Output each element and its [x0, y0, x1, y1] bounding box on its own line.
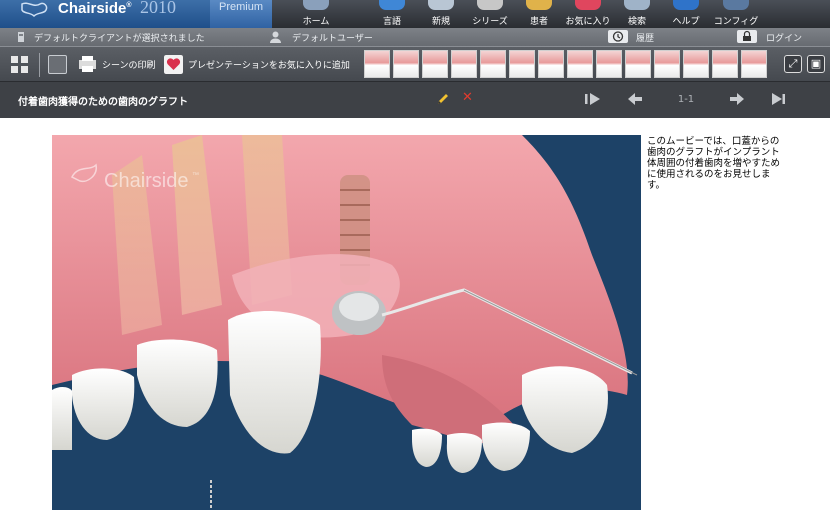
- patient-icon: [526, 0, 552, 10]
- presentation-bar: 付着歯肉獲得のための歯肉のグラフト ✕ 1-1: [0, 82, 830, 118]
- scene-thumbnail[interactable]: [451, 50, 477, 78]
- pencil-icon[interactable]: [436, 92, 450, 106]
- page-indicator: 1-1: [677, 94, 695, 105]
- toolbar: シーンの印刷 プレゼンテーションをお気に入りに追加 ⤢ ▣: [0, 46, 830, 82]
- previous-page-icon[interactable]: [626, 92, 644, 106]
- grid-view-icon[interactable]: [10, 55, 29, 74]
- new-icon: [428, 0, 454, 10]
- history-label: 履歴: [636, 34, 655, 44]
- language-icon: [379, 0, 405, 10]
- scene-thumbnail[interactable]: [683, 50, 709, 78]
- scene-watermark: Chairside: [104, 170, 188, 192]
- login-button[interactable]: ログイン: [737, 29, 807, 45]
- user-icon: [270, 31, 281, 43]
- heart-icon: [164, 55, 183, 74]
- app-header: Chairside® 2010 Premium ホーム 言語 新規 シリーズ 患…: [0, 0, 830, 28]
- history-button[interactable]: 履歴: [608, 29, 668, 45]
- scene-thumbnail[interactable]: [480, 50, 506, 78]
- scene-thumbnail[interactable]: [741, 50, 767, 78]
- delete-icon[interactable]: ✕: [462, 91, 474, 105]
- filmstrip-icon[interactable]: ▣: [807, 55, 825, 73]
- scene-thumbnail[interactable]: [364, 50, 390, 78]
- scene-thumbnail[interactable]: [393, 50, 419, 78]
- fullscreen-icon[interactable]: ⤢: [784, 55, 802, 73]
- brand-area: Chairside® 2010: [0, 0, 210, 28]
- dental-animation-scene[interactable]: Chairside ™: [52, 135, 641, 510]
- print-icon: [79, 56, 96, 72]
- registered-mark: ®: [126, 2, 132, 9]
- scene-thumbnail[interactable]: [567, 50, 593, 78]
- scene-watermark-mark: ™: [192, 172, 199, 179]
- brand-name: Chairside: [58, 0, 127, 17]
- client-status: デフォルトクライアントが選択されました: [34, 34, 205, 44]
- scene-thumbnail[interactable]: [625, 50, 651, 78]
- scene-description: このムービーでは、口蓋からの歯肉のグラフトがインプラント体周囲の付着歯肉を増やす…: [647, 136, 781, 191]
- login-label: ログイン: [766, 34, 803, 44]
- print-scene-label: シーンの印刷: [102, 61, 156, 71]
- notes-icon[interactable]: [48, 55, 67, 74]
- scene-thumbnail[interactable]: [538, 50, 564, 78]
- home-icon: [303, 0, 329, 10]
- add-favorite-button[interactable]: プレゼンテーションをお気に入りに追加: [164, 53, 350, 77]
- lock-icon: [737, 30, 757, 43]
- scene-thumbnail[interactable]: [712, 50, 738, 78]
- toolbar-divider: [39, 53, 40, 77]
- scene-thumbnail[interactable]: [596, 50, 622, 78]
- scene-thumbnail[interactable]: [509, 50, 535, 78]
- favorites-icon: [575, 0, 601, 10]
- dental-illustration: Chairside ™: [52, 135, 641, 510]
- next-page-icon[interactable]: [728, 92, 746, 106]
- nav-home-label: ホーム: [302, 17, 330, 27]
- nav-config-button[interactable]: コンフィグ: [706, 0, 766, 28]
- clock-icon: [608, 30, 628, 43]
- help-icon: [673, 0, 699, 10]
- presentation-title: 付着歯肉獲得のための歯肉のグラフト: [18, 97, 188, 108]
- info-bar: デフォルトクライアントが選択されました デフォルトユーザー 履歴 ログイン: [0, 28, 830, 46]
- add-favorite-label: プレゼンテーションをお気に入りに追加: [188, 61, 350, 71]
- series-icon: [477, 0, 503, 10]
- scene-thumbnail[interactable]: [422, 50, 448, 78]
- tooth-logo-icon: [21, 2, 48, 18]
- current-user: デフォルトユーザー: [292, 34, 373, 44]
- gear-icon: [723, 0, 749, 10]
- search-icon: [624, 0, 650, 10]
- first-page-icon[interactable]: [584, 92, 602, 106]
- brand-year: 2010: [140, 0, 176, 17]
- client-icon: [18, 32, 24, 42]
- scene-thumbnail[interactable]: [654, 50, 680, 78]
- last-page-icon[interactable]: [768, 92, 786, 106]
- edition-badge: Premium: [210, 0, 272, 28]
- nav-config-label: コンフィグ: [713, 17, 759, 27]
- print-scene-button[interactable]: シーンの印刷: [78, 53, 156, 77]
- nav-home-button[interactable]: ホーム: [286, 0, 346, 28]
